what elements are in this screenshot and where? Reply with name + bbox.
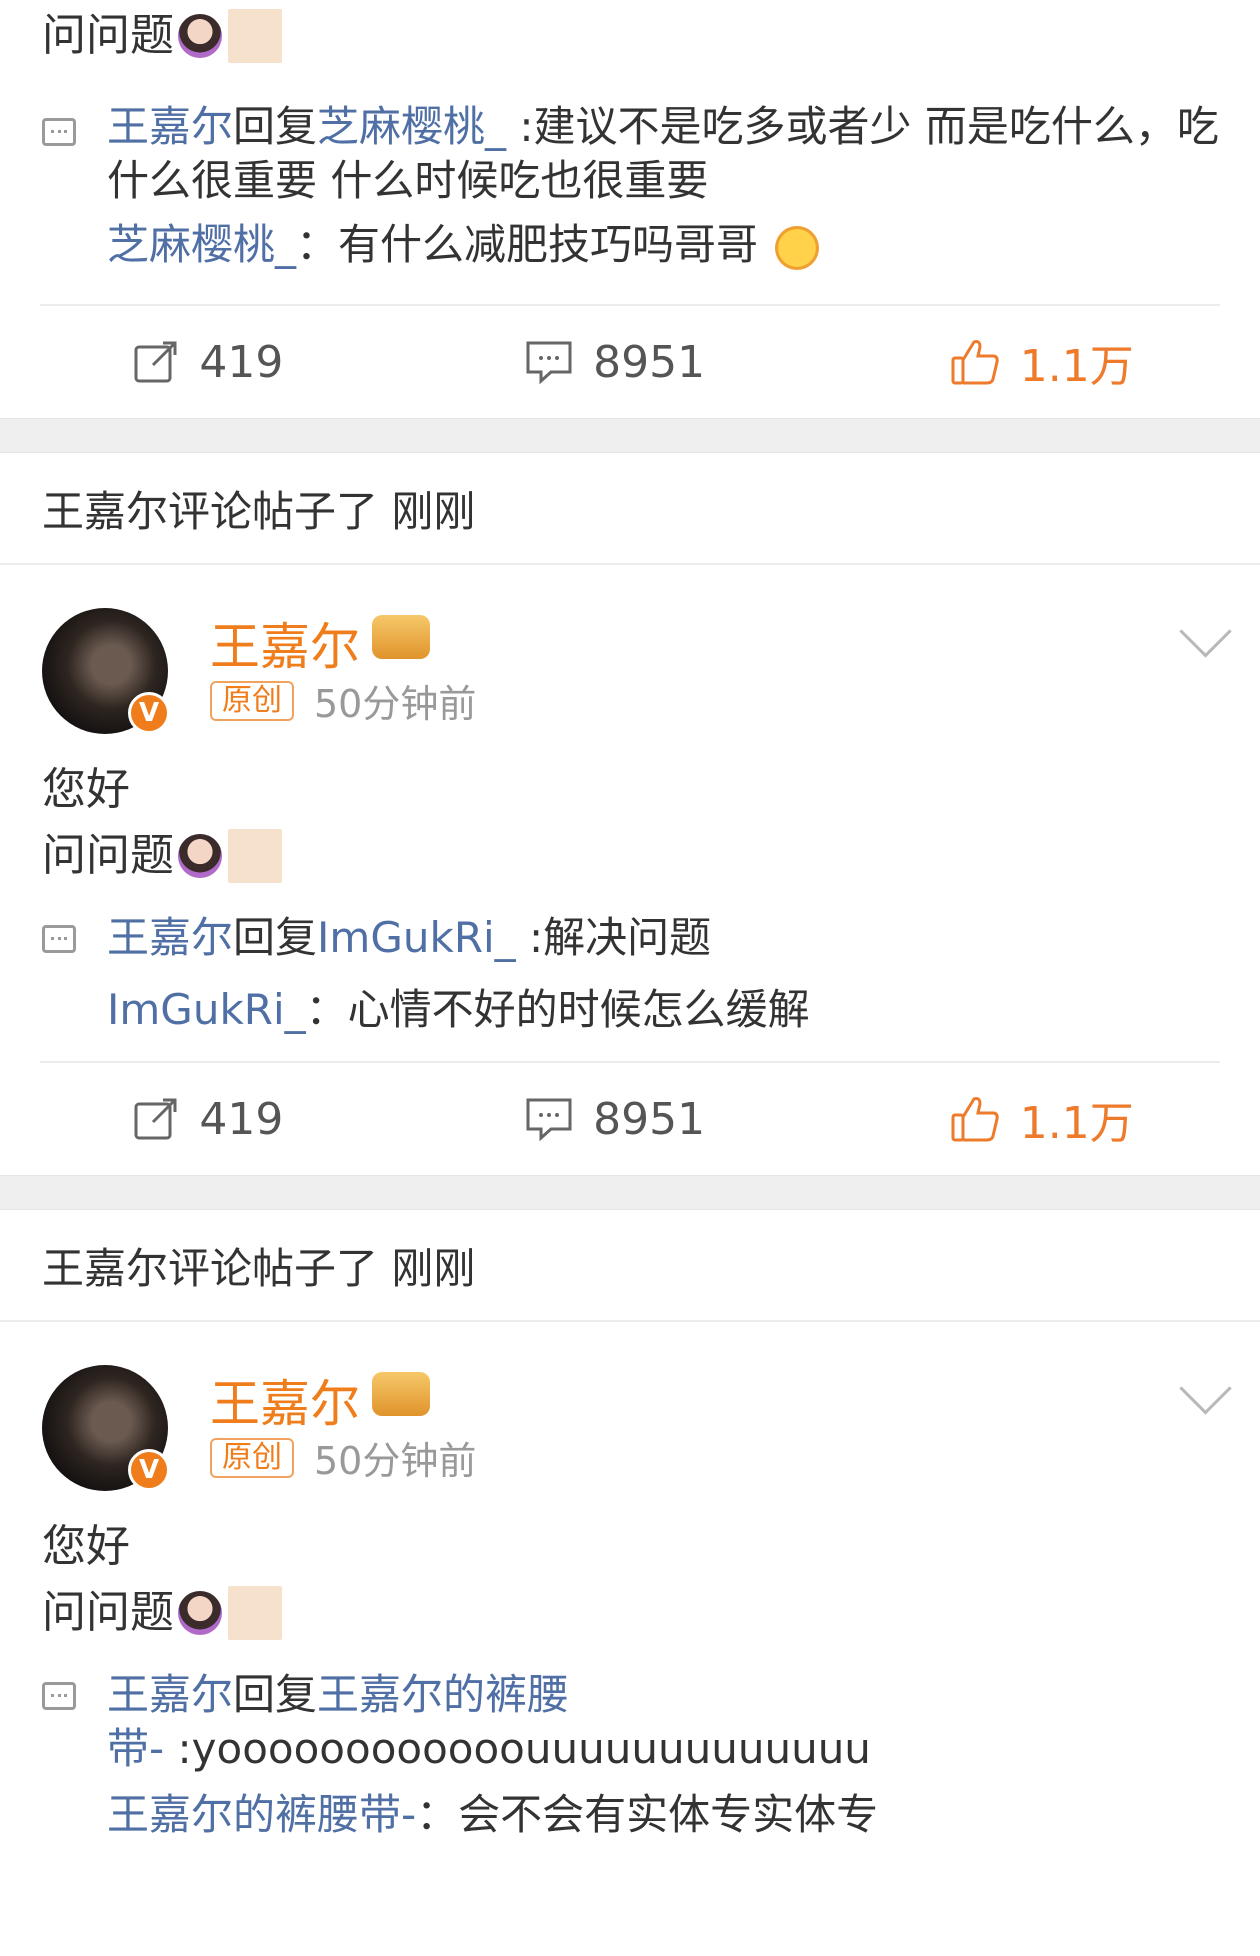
reply-block[interactable]: 王嘉尔回复芝麻樱桃_ :建议不是吃多或者少 而是吃什么，吃什么很重要 什么时候吃… [0, 100, 1260, 272]
quote-line: ImGukRi_：心情不好的时候怎么缓解 [107, 983, 1220, 1037]
woman-raising-hand-icon [178, 14, 222, 58]
comment-icon [526, 341, 572, 384]
event-header[interactable]: 王嘉尔评论帖子了 刚刚 [0, 1210, 1260, 1322]
comment-button[interactable]: 8951 [407, 337, 824, 388]
laughing-face-icon [775, 225, 820, 270]
like-button[interactable]: 1.1万 [824, 1087, 1260, 1151]
quote-separator: ： [305, 985, 348, 1034]
original-tag: 原创 [210, 680, 294, 721]
reply-verb: 回复 [233, 913, 318, 962]
reply-icon [42, 1682, 76, 1710]
event-text: 王嘉尔评论帖子了 刚刚 [42, 486, 476, 536]
crown-icon [372, 615, 430, 659]
reply-author-link[interactable]: 王嘉尔 [107, 913, 233, 962]
post-header: V 王嘉尔 原创 50分钟前 [0, 1322, 1260, 1492]
chevron-down-icon[interactable] [1179, 605, 1232, 658]
placeholder-emoji-icon [228, 1586, 282, 1640]
reply-verb: 回复 [233, 1670, 318, 1719]
reply-author-link[interactable]: 王嘉尔 [107, 102, 233, 151]
comment-button[interactable]: 8951 [407, 1094, 824, 1145]
forward-icon [134, 1098, 177, 1140]
crown-icon [372, 1372, 430, 1416]
quote-text: 心情不好的时候怎么缓解 [347, 985, 810, 1034]
reply-text: :解决问题 [529, 913, 712, 962]
forward-count: 419 [199, 1093, 284, 1145]
original-tag: 原创 [210, 1437, 294, 1478]
event-text: 王嘉尔评论帖子了 刚刚 [42, 1243, 476, 1293]
like-icon [951, 340, 999, 385]
action-bar: 419 8951 1.1万 [0, 306, 1260, 418]
reply-line: 带- :yoooooooooooouuuuuuuuuuuuu [107, 1722, 1220, 1776]
post-body-text: 问问题 [42, 830, 174, 881]
event-header[interactable]: 王嘉尔评论帖子了 刚刚 [0, 453, 1260, 565]
post-header: V 王嘉尔 原创 50分钟前 [0, 565, 1260, 735]
woman-raising-hand-icon [178, 1591, 222, 1635]
quote-text: 会不会有实体专实体专 [458, 1790, 879, 1839]
verified-icon: V [128, 692, 170, 734]
like-button[interactable]: 1.1万 [824, 330, 1260, 394]
post-body-line1: 您好 [42, 764, 130, 815]
forward-icon [134, 341, 177, 383]
like-count: 1.1万 [1019, 341, 1134, 392]
quote-line: 芝麻樱桃_：有什么减肥技巧吗哥哥 [107, 218, 1220, 272]
reply-target-link[interactable]: 带- [107, 1724, 164, 1773]
post-body-text: 问问题 [42, 10, 174, 61]
post-body-line2: 问问题 [0, 1580, 1260, 1646]
forward-count: 419 [199, 336, 284, 388]
quote-line: 王嘉尔的裤腰带-：会不会有实体专实体专 [107, 1788, 1220, 1842]
reply-icon [42, 118, 76, 146]
reply-icon [42, 925, 76, 953]
comment-count: 8951 [593, 1093, 706, 1145]
section-gap [0, 418, 1260, 453]
section-gap [0, 1175, 1260, 1210]
chevron-down-icon[interactable] [1179, 1362, 1232, 1415]
post-body-line1: 您好 [42, 1521, 130, 1572]
quote-author-link[interactable]: 王嘉尔的裤腰带- [107, 1790, 416, 1839]
reply-line: 王嘉尔回复芝麻樱桃_ :建议不是吃多或者少 而是吃什么，吃什么很重要 什么时候吃… [107, 100, 1220, 208]
reply-line: 王嘉尔回复ImGukRi_ :解决问题 [107, 911, 1220, 965]
reply-line: 王嘉尔回复王嘉尔的裤腰 [107, 1668, 1220, 1722]
post-meta: 原创 50分钟前 [210, 673, 476, 728]
action-bar: 419 8951 1.1万 [0, 1063, 1260, 1175]
reply-target-link[interactable]: ImGukRi_ [317, 913, 516, 962]
post-body: 问问题 [0, 2, 1260, 70]
woman-raising-hand-icon [178, 834, 222, 878]
like-icon [951, 1097, 999, 1142]
user-name[interactable]: 王嘉尔 [210, 1364, 360, 1436]
post-card-partial: 问问题 王嘉尔回复芝麻樱桃_ :建议不是吃多或者少 而是吃什么，吃什么很重要 什… [0, 2, 1260, 418]
reply-author-link[interactable]: 王嘉尔 [107, 1670, 233, 1719]
verified-icon: V [128, 1449, 170, 1491]
post-time: 50分钟前 [314, 1439, 477, 1483]
like-count: 1.1万 [1019, 1098, 1134, 1149]
reply-block[interactable]: 王嘉尔回复王嘉尔的裤腰 带- :yoooooooooooouuuuuuuuuuu… [0, 1668, 1260, 1842]
post-body-text: 问问题 [42, 1587, 174, 1638]
event-card: 王嘉尔评论帖子了 刚刚 V 王嘉尔 原创 50分钟前 您好 问问题 王嘉尔回复I… [0, 453, 1260, 1175]
reply-target-link[interactable]: 王嘉尔的裤腰 [317, 1670, 569, 1719]
reply-target-link[interactable]: 芝麻樱桃_ [317, 102, 506, 151]
quote-separator: ： [296, 220, 339, 269]
quote-author-link[interactable]: 芝麻樱桃_ [107, 220, 296, 269]
post-time: 50分钟前 [314, 682, 477, 726]
comment-icon [526, 1098, 572, 1141]
user-name[interactable]: 王嘉尔 [210, 607, 360, 679]
post-meta: 原创 50分钟前 [210, 1430, 476, 1485]
forward-button[interactable]: 419 [0, 337, 407, 388]
comment-count: 8951 [593, 336, 706, 388]
quote-text: 有什么减肥技巧吗哥哥 [338, 220, 759, 269]
reply-verb: 回复 [233, 102, 318, 151]
forward-button[interactable]: 419 [0, 1094, 407, 1145]
quote-separator: ： [416, 1790, 459, 1839]
placeholder-emoji-icon [228, 829, 282, 883]
weibo-feed: 问问题 王嘉尔回复芝麻樱桃_ :建议不是吃多或者少 而是吃什么，吃什么很重要 什… [0, 0, 1260, 1956]
quote-author-link[interactable]: ImGukRi_ [107, 985, 306, 1034]
reply-text: :yoooooooooooouuuuuuuuuuuuu [177, 1724, 871, 1773]
post-body-line2: 问问题 [0, 823, 1260, 889]
placeholder-emoji-icon [228, 9, 282, 63]
event-card: 王嘉尔评论帖子了 刚刚 V 王嘉尔 原创 50分钟前 您好 问问题 王嘉尔回复王… [0, 1210, 1260, 1842]
reply-block[interactable]: 王嘉尔回复ImGukRi_ :解决问题 ImGukRi_：心情不好的时候怎么缓解 [0, 911, 1260, 1037]
